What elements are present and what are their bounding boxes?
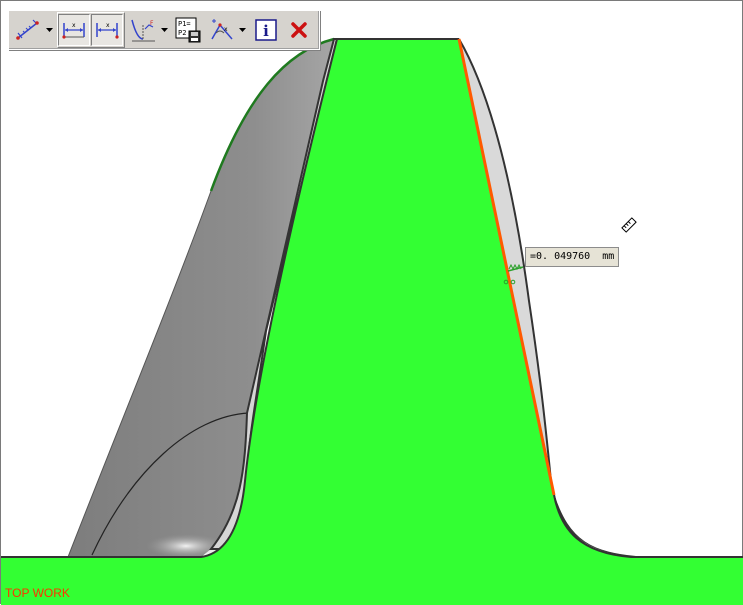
deviation-button[interactable]: F [127, 14, 159, 46]
point-distance-dropdown[interactable] [45, 14, 54, 46]
info-icon: i [255, 19, 277, 41]
point-distance-button[interactable] [12, 14, 44, 46]
svg-text:x: x [106, 22, 110, 29]
chevron-down-icon [239, 28, 246, 32]
close-button[interactable] [283, 14, 315, 46]
angle-measure-button[interactable]: x [205, 14, 237, 46]
info-button[interactable]: i [250, 14, 282, 46]
view-label: TOP WORK [5, 586, 70, 600]
p1-p2-save-icon: P1= P2 [175, 17, 201, 43]
cad-scene[interactable] [1, 1, 743, 605]
deviation-curve-icon: F [131, 19, 155, 42]
horizontal-distance-alt-icon: x [96, 22, 119, 39]
chevron-down-icon [46, 28, 53, 32]
chevron-down-icon [161, 28, 168, 32]
angle-measure-dropdown[interactable] [238, 14, 247, 46]
svg-text:x: x [224, 26, 228, 33]
close-icon [291, 22, 307, 38]
horizontal-distance-icon: x [62, 22, 85, 39]
p2-text: P2 [178, 29, 186, 37]
deviation-dropdown[interactable] [160, 14, 169, 46]
measure-cursor-icon [621, 217, 637, 233]
points-save-button[interactable]: P1= P2 [172, 14, 204, 46]
measurement-value-label: =0. 049760 mm [525, 247, 620, 267]
3d-viewport[interactable]: =0. 049760 mm TOP WORK x x F P1= P2 x i [0, 0, 743, 605]
svg-text:F: F [150, 20, 154, 27]
angle-measure-icon: x [211, 19, 233, 40]
measure-toolbar: x x F P1= P2 x i [8, 10, 320, 50]
svg-text:x: x [72, 22, 76, 29]
horizontal-distance-alt-button[interactable]: x [91, 14, 123, 46]
distance-button-group: x x [57, 12, 125, 48]
point-to-point-measure-icon [16, 19, 39, 40]
p1-text: P1= [178, 20, 191, 28]
horizontal-distance-button[interactable]: x [58, 14, 90, 46]
info-text: i [263, 22, 269, 40]
